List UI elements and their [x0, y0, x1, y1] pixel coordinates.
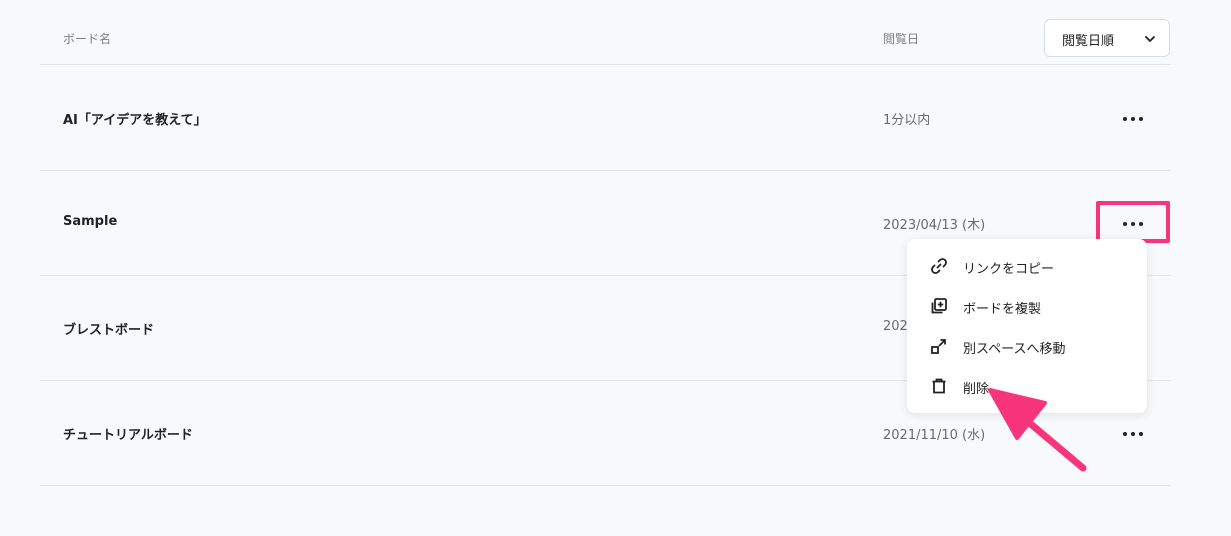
column-header-viewed-date: 閲覧日 — [883, 32, 920, 46]
more-horizontal-icon — [1123, 117, 1143, 121]
menu-item-label: 別スペースへ移動 — [963, 342, 1066, 357]
more-horizontal-icon — [1123, 222, 1143, 226]
menu-item-duplicate-board[interactable]: ボードを複製 — [907, 286, 1147, 326]
more-options-button[interactable] — [1098, 99, 1168, 139]
board-title[interactable]: Sample — [63, 214, 117, 229]
menu-item-move-to-space[interactable]: 別スペースへ移動 — [907, 326, 1147, 366]
menu-item-label: リンクをコピー — [963, 262, 1055, 277]
sort-select-label: 閲覧日順 — [1062, 34, 1115, 49]
menu-item-label: ボードを複製 — [963, 302, 1042, 317]
board-title[interactable]: チュートリアルボード — [63, 424, 193, 443]
trash-icon — [932, 378, 946, 394]
menu-item-delete[interactable]: 削除 — [907, 366, 1147, 406]
board-viewed-date: 2021/11/10 (水) — [883, 428, 986, 443]
more-horizontal-icon — [1123, 432, 1143, 436]
duplicate-icon — [931, 298, 947, 314]
menu-item-copy-link[interactable]: リンクをコピー — [907, 246, 1147, 286]
chevron-down-icon — [1145, 36, 1155, 42]
context-menu: リンクをコピー ボードを複製 別スペースへ移動 削除 — [907, 239, 1147, 413]
board-viewed-date: 1分以内 — [883, 113, 931, 128]
board-viewed-date: 2023/04/13 (木) — [883, 218, 986, 233]
move-icon — [931, 339, 946, 354]
more-options-button[interactable] — [1098, 204, 1168, 244]
more-options-button[interactable] — [1098, 414, 1168, 454]
link-icon — [931, 258, 947, 274]
table-row[interactable]: AI「アイデアを教えて」 1分以内 — [40, 65, 1171, 171]
sort-select[interactable]: 閲覧日順 — [1044, 19, 1170, 57]
menu-item-label: 削除 — [963, 382, 990, 397]
board-title[interactable]: ブレストボード — [63, 319, 154, 338]
board-title[interactable]: AI「アイデアを教えて」 — [63, 109, 207, 128]
board-list-page: ボード名 閲覧日 閲覧日順 AI「アイデアを教えて」 1分以内 Sample 2… — [0, 0, 1231, 536]
column-header-board-name: ボード名 — [63, 32, 112, 46]
table-header: ボード名 閲覧日 閲覧日順 — [40, 0, 1171, 65]
board-viewed-date: 202 — [883, 319, 908, 334]
